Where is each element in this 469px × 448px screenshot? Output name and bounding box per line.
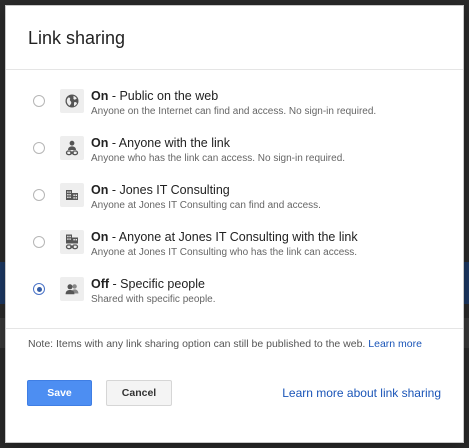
cancel-button[interactable]: Cancel (106, 380, 172, 406)
person-link-icon (60, 136, 84, 160)
option-public-on-web[interactable]: On - Public on the web Anyone on the Int… (6, 86, 463, 126)
option-anyone-with-link[interactable]: On - Anyone with the link Anyone who has… (6, 133, 463, 173)
option-organization[interactable]: On - Jones IT Consulting Anyone at Jones… (6, 180, 463, 220)
people-icon (60, 277, 84, 301)
options-divider (6, 328, 463, 329)
option-description: Shared with specific people. (91, 294, 216, 305)
option-state: On (91, 183, 109, 197)
building-link-icon (60, 230, 84, 254)
building-icon (60, 183, 84, 207)
title-divider (6, 69, 463, 70)
globe-icon (60, 89, 84, 113)
option-label: Anyone with the link (118, 136, 230, 150)
dialog-title: Link sharing (28, 28, 126, 48)
option-state: Off (91, 277, 110, 291)
radio-specific-people[interactable] (33, 283, 45, 295)
option-specific-people[interactable]: Off - Specific people Shared with specif… (6, 274, 463, 314)
option-separator: - (108, 183, 120, 197)
option-separator: - (108, 136, 119, 150)
option-description: Anyone at Jones IT Consulting who has th… (91, 247, 358, 258)
option-label: Anyone at Jones IT Consulting with the l… (118, 230, 358, 244)
link-sharing-dialog: Link sharing On - Public on the web Anyo… (5, 5, 464, 443)
option-state: On (91, 230, 109, 244)
option-label: Specific people (120, 277, 205, 291)
option-separator: - (108, 89, 120, 103)
radio-organization-with-link[interactable] (33, 236, 45, 248)
option-description: Anyone at Jones IT Consulting can find a… (91, 200, 321, 211)
option-organization-with-link[interactable]: On - Anyone at Jones IT Consulting with … (6, 227, 463, 267)
learn-more-link[interactable]: Learn more (368, 338, 422, 350)
option-description: Anyone on the Internet can find and acce… (91, 106, 377, 117)
publish-note-text: Note: Items with any link sharing option… (28, 338, 366, 350)
option-label: Public on the web (119, 89, 219, 103)
option-separator: - (108, 230, 119, 244)
learn-more-about-link-sharing-link[interactable]: Learn more about link sharing (282, 386, 441, 400)
radio-anyone-with-link[interactable] (33, 142, 45, 154)
radio-organization[interactable] (33, 189, 45, 201)
option-state: On (91, 136, 109, 150)
option-description: Anyone who has the link can access. No s… (91, 153, 346, 164)
publish-note: Note: Items with any link sharing option… (28, 338, 422, 350)
save-button[interactable]: Save (27, 380, 92, 406)
option-separator: - (109, 277, 121, 291)
option-state: On (91, 89, 109, 103)
option-label: Jones IT Consulting (119, 183, 230, 197)
radio-public-on-web[interactable] (33, 95, 45, 107)
